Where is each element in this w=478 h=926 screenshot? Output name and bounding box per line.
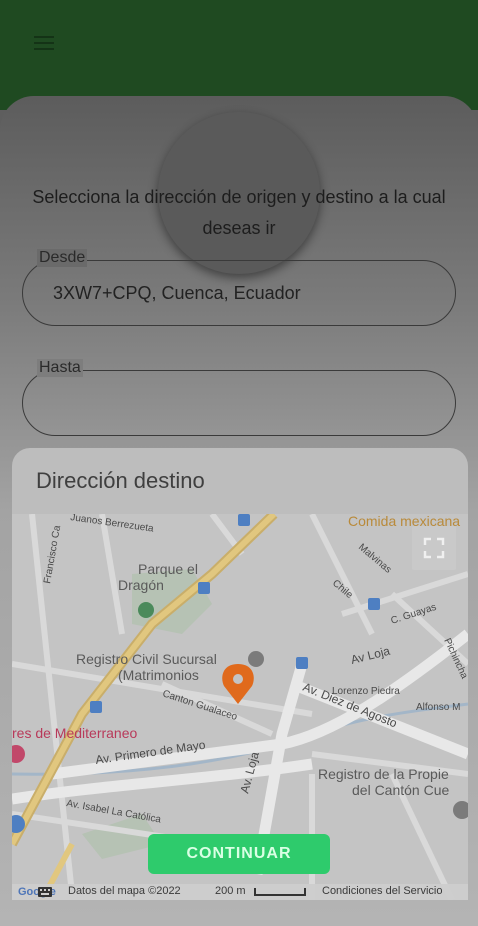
map-label-canton: del Cantón Cue [352, 782, 450, 798]
map-label-parque: Parque el [138, 561, 198, 577]
origin-field[interactable]: Desde 3XW7+CPQ, Cuenca, Ecuador [22, 249, 456, 326]
map-label-registro: Registro Civil Sucursal [76, 651, 217, 667]
map-label-lorenzo: Lorenzo Piedra [332, 686, 400, 697]
map-terms-link[interactable]: Condiciones del Servicio [322, 885, 442, 897]
map-label-propiedad: Registro de la Propie [318, 766, 449, 782]
origin-value[interactable]: 3XW7+CPQ, Cuenca, Ecuador [53, 283, 433, 304]
sheet-title: Dirección destino [36, 468, 205, 493]
keyboard-icon[interactable] [38, 887, 52, 897]
hamburger-menu-icon[interactable] [34, 36, 54, 50]
destination-label: Hasta [37, 359, 83, 377]
map-footer: Google Datos del mapa ©2022 200 m Condic… [12, 884, 468, 900]
app-header [0, 0, 478, 110]
map-label-registro2: (Matrimonios [118, 667, 199, 683]
destination-field[interactable]: Hasta [22, 359, 456, 436]
origin-label: Desde [37, 249, 88, 267]
fullscreen-icon[interactable] [412, 526, 456, 570]
scale-bar-icon [254, 888, 306, 896]
map-label-alfonso: Alfonso M [416, 702, 460, 713]
destination-sheet: Dirección destino Comida mexicana Parque… [12, 448, 468, 900]
map-label-parque2: Dragón [118, 577, 164, 593]
map-scale: 200 m [215, 885, 246, 897]
map-data-attribution[interactable]: Datos del mapa ©2022 [68, 885, 181, 897]
instruction-text: Selecciona la dirección de origen y dest… [32, 187, 446, 238]
continue-button[interactable]: CONTINUAR [148, 834, 330, 874]
map-label-mediterraneo: res de Mediterraneo [12, 725, 138, 741]
